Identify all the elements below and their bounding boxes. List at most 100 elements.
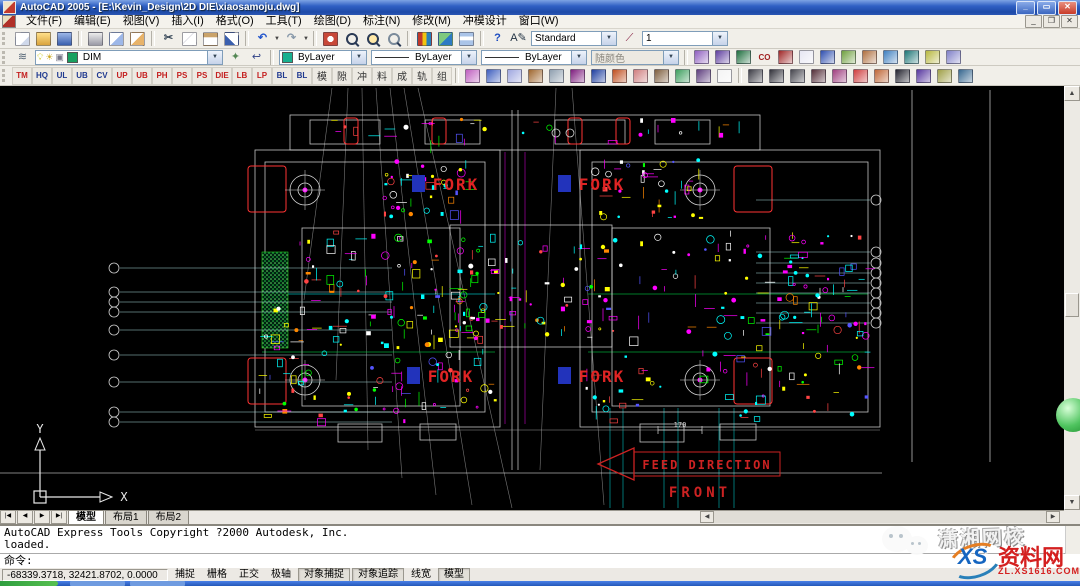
misc-tool-9-icon[interactable] bbox=[859, 48, 880, 67]
zoom-window-icon[interactable] bbox=[362, 29, 383, 48]
scroll-right-icon[interactable]: ▶ bbox=[1046, 511, 1060, 523]
scroll-down-icon[interactable]: ▼ bbox=[1064, 495, 1080, 510]
strip-tool-6-icon[interactable] bbox=[850, 66, 871, 85]
die-tool-bl-button[interactable]: BL bbox=[272, 67, 292, 85]
strip-tool-8-icon[interactable] bbox=[892, 66, 913, 85]
strip-tool-5-icon[interactable] bbox=[829, 66, 850, 85]
horizontal-scrollbar[interactable]: ◀ ▶ bbox=[700, 511, 1060, 523]
maximize-button[interactable]: ▭ bbox=[1037, 1, 1056, 15]
die-tool-cjk-3-button[interactable]: 冲 bbox=[352, 67, 372, 85]
status-toggle-1[interactable]: 捕捉 bbox=[170, 569, 200, 581]
die-tool-up-button[interactable]: UP bbox=[112, 67, 132, 85]
misc-tool-10-icon[interactable] bbox=[880, 48, 901, 67]
linetype-combo[interactable]: ByLayer ▼ bbox=[371, 50, 477, 65]
punch-tool-5-icon[interactable] bbox=[546, 66, 567, 85]
zoom-realtime-icon[interactable] bbox=[341, 29, 362, 48]
die-tool-die-button[interactable]: DIE bbox=[212, 67, 232, 85]
status-toggle-4[interactable]: 极轴 bbox=[266, 569, 296, 581]
die-tool-cjk-1-button[interactable]: 模 bbox=[312, 67, 332, 85]
menu-8[interactable]: 标注(N) bbox=[357, 15, 406, 28]
tab-布局2[interactable]: 布局2 bbox=[148, 510, 190, 524]
menu-5[interactable]: 格式(O) bbox=[210, 15, 260, 28]
punch-tool-10-icon[interactable] bbox=[651, 66, 672, 85]
new-icon[interactable] bbox=[12, 29, 33, 48]
chevron-down-icon[interactable]: ▼ bbox=[571, 51, 586, 64]
drawing-canvas[interactable]: FORKFORKFORKFORK170FEED DIRECTIONFRONTYX bbox=[0, 86, 1064, 510]
punch-tool-12-icon[interactable] bbox=[693, 66, 714, 85]
preview-icon[interactable] bbox=[106, 29, 127, 48]
misc-tool-5-icon[interactable] bbox=[775, 48, 796, 67]
minimize-button[interactable]: _ bbox=[1016, 1, 1035, 15]
punch-tool-13-icon[interactable] bbox=[714, 66, 735, 85]
misc-tool-13-icon[interactable] bbox=[943, 48, 964, 67]
child-minimize-button[interactable]: _ bbox=[1025, 15, 1042, 28]
chevron-down-icon[interactable]: ▼ bbox=[461, 51, 476, 64]
strip-tool-9-icon[interactable] bbox=[913, 66, 934, 85]
misc-tool-1-icon[interactable] bbox=[691, 48, 712, 67]
strip-tool-10-icon[interactable] bbox=[934, 66, 955, 85]
tool-palettes-icon[interactable] bbox=[456, 29, 477, 48]
punch-tool-1-icon[interactable] bbox=[462, 66, 483, 85]
pan-icon[interactable] bbox=[320, 29, 341, 48]
text-style-icon[interactable]: A✎ bbox=[508, 29, 529, 48]
properties-icon[interactable] bbox=[414, 29, 435, 48]
menu-1[interactable]: 文件(F) bbox=[20, 15, 68, 28]
color-combo[interactable]: ByLayer ▼ bbox=[279, 50, 367, 65]
misc-tool-11-icon[interactable] bbox=[901, 48, 922, 67]
die-tool-cjk-5-button[interactable]: 成 bbox=[392, 67, 412, 85]
command-prompt[interactable]: 命令: bbox=[0, 553, 1080, 567]
tab-模型[interactable]: 模型 bbox=[68, 510, 104, 524]
die-tool-bl-button[interactable]: BL bbox=[292, 67, 312, 85]
punch-tool-3-icon[interactable] bbox=[504, 66, 525, 85]
publish-icon[interactable] bbox=[127, 29, 148, 48]
lineweight-combo[interactable]: ByLayer ▼ bbox=[481, 50, 587, 65]
chevron-down-icon[interactable]: ▼ bbox=[207, 51, 222, 64]
die-tool-cv-button[interactable]: CV bbox=[92, 67, 112, 85]
die-tool-ub-button[interactable]: UB bbox=[132, 67, 152, 85]
strip-tool-11-icon[interactable] bbox=[955, 66, 976, 85]
tab-prev-icon[interactable]: ◀ bbox=[17, 510, 33, 524]
start-button[interactable] bbox=[0, 581, 58, 586]
match-properties-icon[interactable] bbox=[221, 29, 242, 48]
copy-icon[interactable] bbox=[179, 29, 200, 48]
scroll-left-icon[interactable]: ◀ bbox=[700, 511, 714, 523]
dim-style-icon[interactable]: ⟋ bbox=[619, 29, 640, 48]
punch-tool-11-icon[interactable] bbox=[672, 66, 693, 85]
scroll-up-icon[interactable]: ▲ bbox=[1064, 86, 1080, 101]
chevron-down-icon[interactable]: ▼ bbox=[712, 32, 727, 45]
tab-last-icon[interactable]: ▶| bbox=[51, 510, 67, 524]
text-style-combo[interactable]: Standard▼ bbox=[531, 31, 617, 46]
zoom-previous-icon[interactable] bbox=[383, 29, 404, 48]
make-layer-current-icon[interactable]: ✦ bbox=[225, 48, 246, 67]
open-icon[interactable] bbox=[33, 29, 54, 48]
punch-tool-4-icon[interactable] bbox=[525, 66, 546, 85]
close-button[interactable]: ✕ bbox=[1058, 1, 1077, 15]
misc-tool-6-icon[interactable] bbox=[796, 48, 817, 67]
paste-icon[interactable] bbox=[200, 29, 221, 48]
misc-tool-2-icon[interactable] bbox=[712, 48, 733, 67]
menu-6[interactable]: 工具(T) bbox=[260, 15, 308, 28]
strip-tool-4-icon[interactable] bbox=[808, 66, 829, 85]
save-icon[interactable] bbox=[54, 29, 75, 48]
scale-combo[interactable]: 1▼ bbox=[642, 31, 728, 46]
help-icon[interactable]: ? bbox=[487, 29, 508, 48]
punch-tool-8-icon[interactable] bbox=[609, 66, 630, 85]
chevron-down-icon[interactable]: ▼ bbox=[601, 32, 616, 45]
taskbar-item[interactable] bbox=[70, 581, 125, 586]
tab-next-icon[interactable]: ▶ bbox=[34, 510, 50, 524]
menu-7[interactable]: 绘图(D) bbox=[308, 15, 357, 28]
menu-4[interactable]: 插入(I) bbox=[165, 15, 209, 28]
redo-dropdown-icon[interactable]: ▼ bbox=[302, 36, 310, 42]
menu-11[interactable]: 窗口(W) bbox=[513, 15, 565, 28]
strip-tool-2-icon[interactable] bbox=[766, 66, 787, 85]
vertical-scroll-thumb[interactable] bbox=[1065, 293, 1079, 317]
die-tool-cjk-7-button[interactable]: 组 bbox=[432, 67, 452, 85]
status-toggle-3[interactable]: 正交 bbox=[234, 569, 264, 581]
redo-icon[interactable]: ↷ bbox=[281, 29, 302, 48]
strip-tool-1-icon[interactable] bbox=[745, 66, 766, 85]
die-tool-lb-button[interactable]: LB bbox=[232, 67, 252, 85]
chevron-down-icon[interactable]: ▼ bbox=[351, 51, 366, 64]
child-restore-button[interactable]: ❐ bbox=[1043, 15, 1060, 28]
menu-9[interactable]: 修改(M) bbox=[406, 15, 457, 28]
punch-tool-7-icon[interactable] bbox=[588, 66, 609, 85]
